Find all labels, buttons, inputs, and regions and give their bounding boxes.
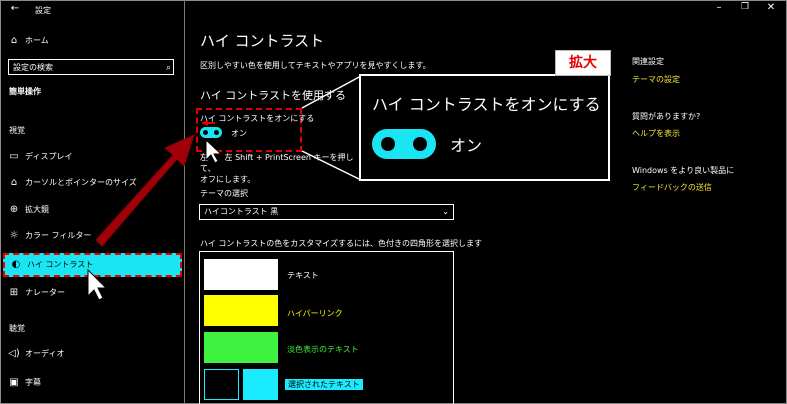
theme-settings-link[interactable]: テーマの設定 xyxy=(632,74,680,85)
zoom-title: ハイ コントラストをオンにする xyxy=(372,95,601,114)
feedback-link[interactable]: フィードバックの送信 xyxy=(632,182,712,193)
callout-lines xyxy=(87,75,416,301)
question-title: 質問がありますか? xyxy=(632,112,701,121)
related-title: 関連設定 xyxy=(632,57,664,66)
toggle-red-arrow xyxy=(201,120,215,126)
help-link[interactable]: ヘルプを表示 xyxy=(632,128,680,139)
callout-line-top xyxy=(301,75,362,109)
callout-line-bottom xyxy=(301,150,362,181)
zoom-tag: 拡大 xyxy=(555,50,611,76)
pointer-arrow xyxy=(95,134,195,247)
cursor-icon-toggle xyxy=(205,138,223,164)
cursor-icon-sidebar xyxy=(87,268,108,301)
zoom-state: オン xyxy=(450,136,483,155)
zoom-toggle xyxy=(372,129,436,159)
feedback-title: Windows をより良い製品に xyxy=(632,166,735,175)
